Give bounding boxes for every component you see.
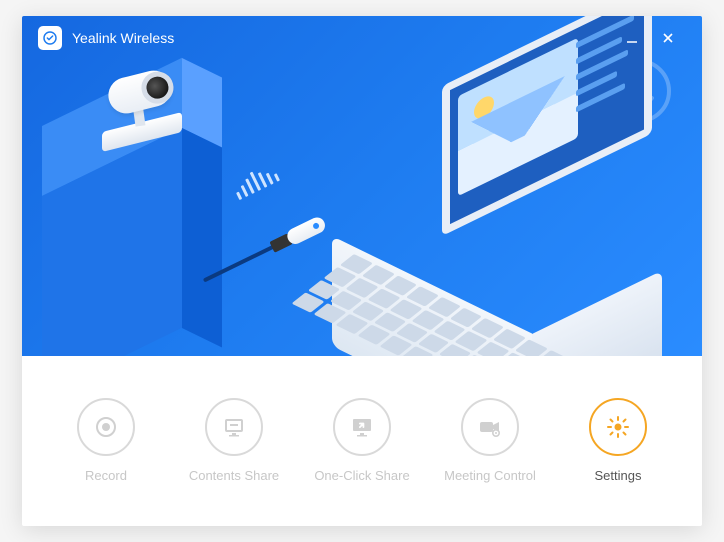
toolbar-item-one-click-share[interactable]: One-Click Share [302,398,422,483]
one-click-share-icon [333,398,391,456]
toolbar-label: One-Click Share [314,468,409,483]
laptop-graphic [332,86,672,356]
toolbar-label: Meeting Control [444,468,536,483]
toolbar-label: Settings [595,468,642,483]
titlebar: Yealink Wireless [22,16,702,60]
app-window: Yealink Wireless [22,16,702,526]
toolbar-item-settings[interactable]: Settings [558,398,678,483]
toolbar-item-contents-share[interactable]: Contents Share [174,398,294,483]
pedestal-graphic [42,126,222,356]
scene [22,16,702,356]
wireless-signal-graphic [229,162,284,206]
settings-icon [589,398,647,456]
hero-illustration: Yealink Wireless [22,16,702,356]
toolbar-item-record[interactable]: Record [46,398,166,483]
record-icon [77,398,135,456]
app-title: Yealink Wireless [72,30,174,46]
toolbar: Record Contents Share One-Click Share Me… [22,356,702,526]
camera-graphic [84,74,184,144]
toolbar-label: Record [85,468,127,483]
toolbar-item-meeting-control[interactable]: Meeting Control [430,398,550,483]
app-logo-icon [38,26,62,50]
toolbar-label: Contents Share [189,468,279,483]
contents-share-icon [205,398,263,456]
meeting-control-icon [461,398,519,456]
close-button[interactable] [650,20,686,56]
minimize-button[interactable] [614,20,650,56]
